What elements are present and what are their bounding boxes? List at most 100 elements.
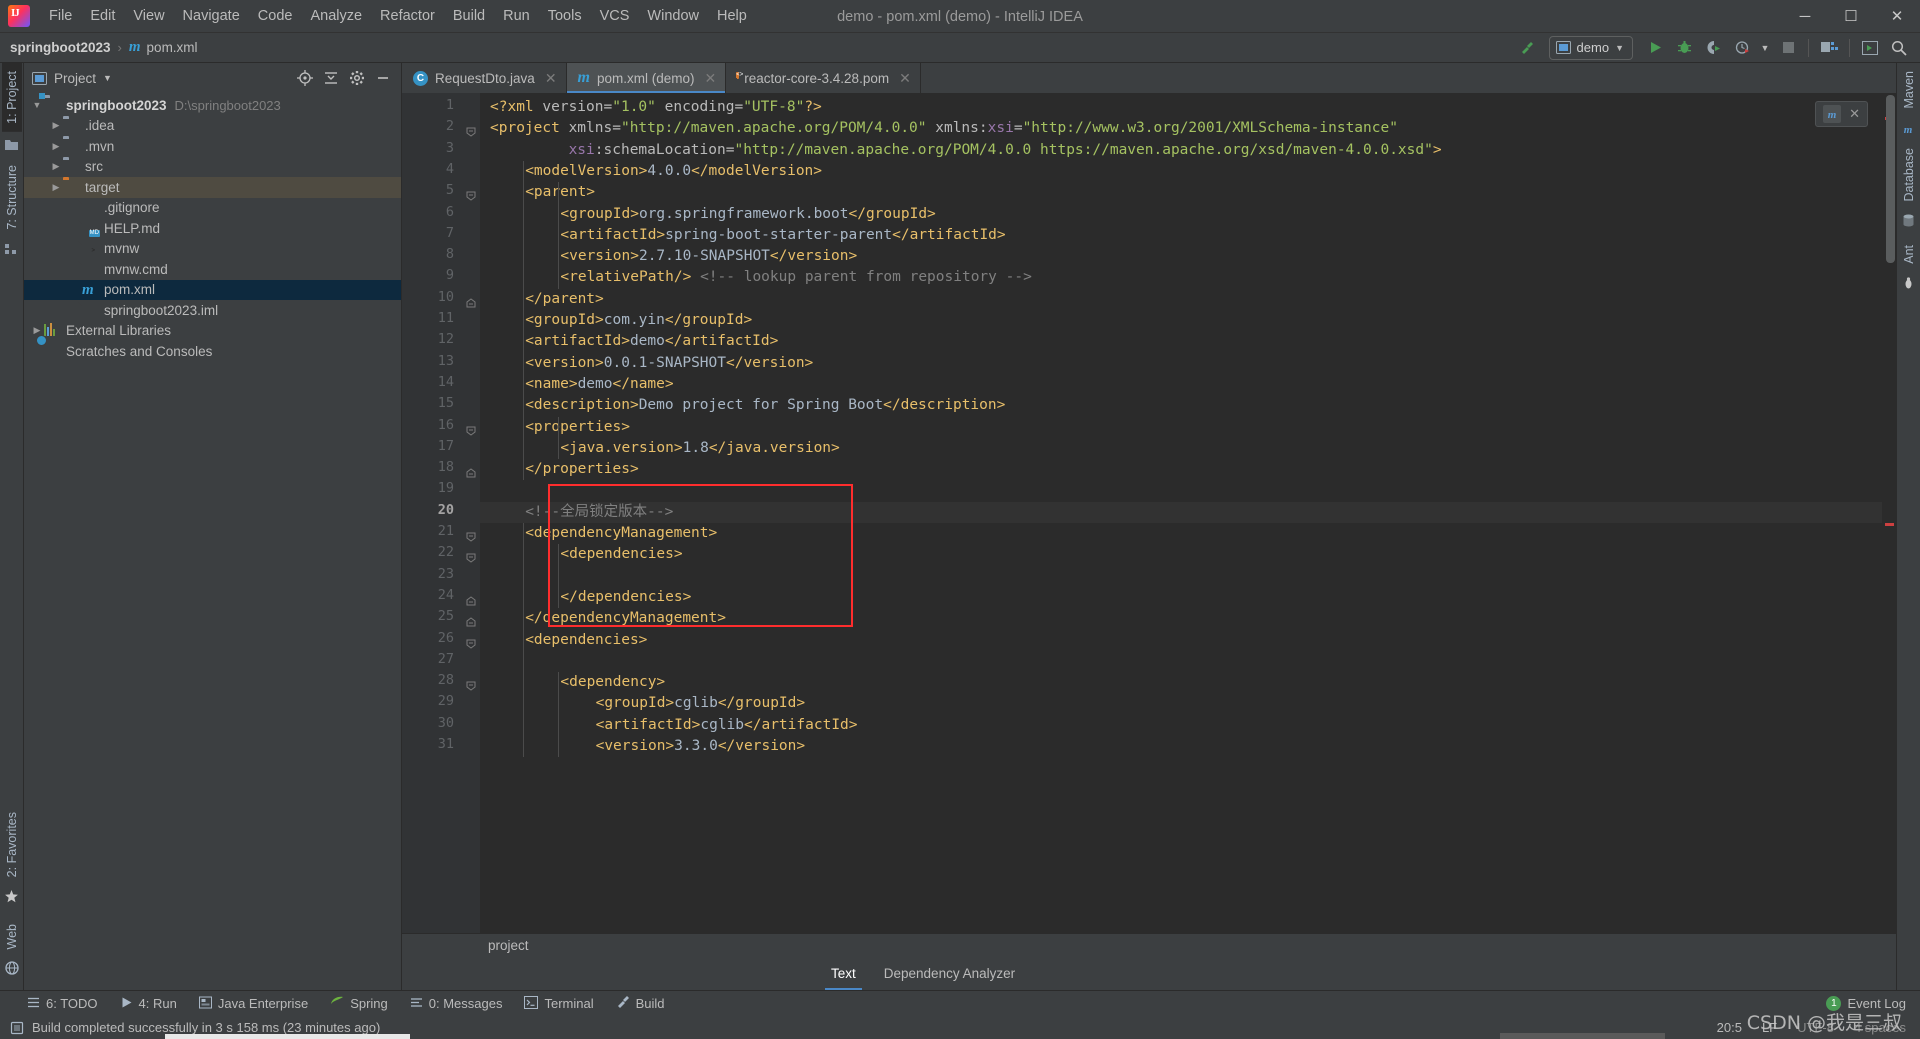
tree-item-mvnw[interactable]: > mvnw bbox=[24, 239, 401, 260]
menu-tools[interactable]: Tools bbox=[539, 4, 591, 28]
code-line[interactable]: <dependencies> bbox=[525, 630, 647, 651]
code-line[interactable]: <description>Demo project for Spring Boo… bbox=[525, 395, 1005, 416]
tree-item-springboot2023[interactable]: ▼ springboot2023 D:\springboot2023 bbox=[24, 95, 401, 116]
editor-tab-requestdto-java[interactable]: C RequestDto.java ✕ bbox=[402, 63, 567, 93]
expand-arrow-icon[interactable]: ▶ bbox=[49, 141, 63, 152]
status-tool-terminal[interactable]: Terminal bbox=[513, 993, 604, 1015]
menu-view[interactable]: View bbox=[124, 4, 173, 28]
code-line[interactable]: <dependencies> bbox=[560, 544, 682, 565]
close-icon[interactable]: ✕ bbox=[545, 70, 557, 87]
close-icon[interactable]: ✕ bbox=[1849, 106, 1860, 122]
file-encoding[interactable]: UTF-8 bbox=[1797, 1020, 1834, 1035]
tree-item-springboot2023-iml[interactable]: springboot2023.iml bbox=[24, 300, 401, 321]
editor-tab-pom-xml--demo-[interactable]: m pom.xml (demo) ✕ bbox=[566, 63, 727, 93]
fold-collapse-icon[interactable] bbox=[466, 124, 476, 137]
tree-item-scratches-and-consoles[interactable]: Scratches and Consoles bbox=[24, 341, 401, 362]
code-line[interactable]: </dependencyManagement> bbox=[525, 608, 726, 629]
code-line[interactable]: <project xmlns="http://maven.apache.org/… bbox=[490, 118, 1398, 139]
code-line[interactable]: <groupId>cglib</groupId> bbox=[596, 693, 806, 714]
status-tool-0--messages[interactable]: 0: Messages bbox=[399, 993, 514, 1015]
menu-analyze[interactable]: Analyze bbox=[301, 4, 371, 28]
warning-marker[interactable] bbox=[1885, 523, 1894, 526]
tree-item-mvnw-cmd[interactable]: mvnw.cmd bbox=[24, 259, 401, 280]
code-line[interactable]: <artifactId>cglib</artifactId> bbox=[596, 715, 858, 736]
menu-run[interactable]: Run bbox=[494, 4, 539, 28]
menu-file[interactable]: File bbox=[40, 4, 81, 28]
fold-collapse-icon[interactable] bbox=[466, 678, 476, 691]
editor-breadcrumb-project[interactable]: project bbox=[488, 938, 529, 953]
settings-gear-icon[interactable] bbox=[345, 66, 369, 90]
editor-right-rail[interactable] bbox=[1882, 93, 1896, 933]
code-line[interactable]: <groupId>org.springframework.boot</group… bbox=[560, 204, 935, 225]
indent-setting[interactable]: 4 spaces bbox=[1854, 1020, 1906, 1035]
code-line[interactable]: <?xml version="1.0" encoding="UTF-8"?> bbox=[490, 97, 822, 118]
status-tool-build[interactable]: Build bbox=[605, 992, 676, 1015]
editor-gutter[interactable]: 1 2 3 4 5 6 7 8 9 10 11 12 13 14 15 16 17 18 19 20 21 22 23 24 2… bbox=[402, 93, 462, 933]
hide-panel-icon[interactable] bbox=[371, 66, 395, 90]
expand-arrow-icon[interactable]: ▶ bbox=[49, 182, 63, 193]
code-line[interactable]: <artifactId>spring-boot-starter-parent</… bbox=[560, 225, 1005, 246]
editor-code-area[interactable]: <?xml version="1.0" encoding="UTF-8"?> <p… bbox=[480, 93, 1882, 933]
tab-dependency-analyzer[interactable]: Dependency Analyzer bbox=[870, 956, 1029, 990]
status-tool-4--run[interactable]: 4: Run bbox=[109, 993, 188, 1015]
collapse-all-icon[interactable] bbox=[319, 66, 343, 90]
fold-collapse-icon[interactable] bbox=[466, 529, 476, 542]
maven-reimport-popup[interactable]: m ✕ bbox=[1815, 101, 1868, 127]
tree-item--mvn[interactable]: ▶ .mvn bbox=[24, 136, 401, 157]
sidebar-tab-maven[interactable]: Maven bbox=[1899, 63, 1919, 117]
code-line[interactable]: <version>2.7.10-SNAPSHOT</version> bbox=[560, 246, 857, 267]
project-structure-icon[interactable] bbox=[1816, 36, 1842, 60]
code-line[interactable]: <properties> bbox=[525, 417, 630, 438]
expand-arrow-icon[interactable]: ▶ bbox=[49, 120, 63, 131]
fold-end-icon[interactable] bbox=[466, 465, 476, 478]
code-line[interactable]: <modelVersion>4.0.0</modelVersion> bbox=[525, 161, 822, 182]
update-project-icon[interactable] bbox=[1857, 36, 1883, 60]
code-line[interactable]: <version>3.3.0</version> bbox=[596, 736, 806, 757]
code-line[interactable]: <java.version>1.8</java.version> bbox=[560, 438, 839, 459]
close-icon[interactable]: ✕ bbox=[705, 70, 717, 87]
sidebar-tab-ant[interactable]: Ant bbox=[1899, 237, 1919, 272]
chevron-down-icon[interactable]: ▼ bbox=[103, 73, 112, 83]
tree-item-target[interactable]: ▶ target bbox=[24, 177, 401, 198]
editor-area[interactable]: 1 2 3 4 5 6 7 8 9 10 11 12 13 14 15 16 17 18 19 20 21 22 23 24 2… bbox=[402, 93, 1896, 933]
tree-item--gitignore[interactable]: .gitignore bbox=[24, 198, 401, 219]
close-icon[interactable]: ✕ bbox=[899, 70, 911, 87]
maximize-button[interactable]: ☐ bbox=[1828, 0, 1874, 33]
close-button[interactable]: ✕ bbox=[1874, 0, 1920, 33]
sidebar-tab-structure[interactable]: 7: Structure bbox=[2, 157, 22, 238]
status-tool-6--todo[interactable]: 6: TODO bbox=[16, 993, 109, 1015]
search-everywhere-icon[interactable] bbox=[1886, 36, 1912, 60]
code-line[interactable]: </properties> bbox=[525, 459, 639, 480]
debug-icon[interactable] bbox=[1671, 36, 1697, 60]
sidebar-tab-project[interactable]: 1: Project bbox=[1, 63, 22, 132]
tab-text[interactable]: Text bbox=[817, 956, 870, 990]
sidebar-tab-favorites[interactable]: 2: Favorites bbox=[2, 804, 22, 885]
code-line[interactable]: </parent> bbox=[525, 289, 604, 310]
fold-end-icon[interactable] bbox=[466, 614, 476, 627]
code-line[interactable]: <groupId>com.yin</groupId> bbox=[525, 310, 752, 331]
tree-item-external-libraries[interactable]: ▶ External Libraries bbox=[24, 321, 401, 342]
chevron-down-icon[interactable]: ▼ bbox=[1758, 36, 1772, 60]
stop-icon[interactable] bbox=[1775, 36, 1801, 60]
code-line[interactable]: </dependencies> bbox=[560, 587, 691, 608]
fold-collapse-icon[interactable] bbox=[466, 636, 476, 649]
run-icon[interactable] bbox=[1642, 36, 1668, 60]
menu-window[interactable]: Window bbox=[638, 4, 708, 28]
menu-edit[interactable]: Edit bbox=[81, 4, 124, 28]
status-tool-java-enterprise[interactable]: Java Enterprise bbox=[188, 993, 319, 1015]
fold-collapse-icon[interactable] bbox=[466, 188, 476, 201]
locate-icon[interactable] bbox=[293, 66, 317, 90]
code-line[interactable]: <!--全局锁定版本--> bbox=[525, 502, 673, 523]
menu-refactor[interactable]: Refactor bbox=[371, 4, 444, 28]
tree-item--idea[interactable]: ▶ .idea bbox=[24, 116, 401, 137]
sidebar-tab-database[interactable]: Database bbox=[1899, 140, 1919, 210]
status-tool-spring[interactable]: Spring bbox=[319, 993, 399, 1015]
menu-navigate[interactable]: Navigate bbox=[174, 4, 249, 28]
build-hammer-icon[interactable] bbox=[1514, 36, 1540, 60]
code-line[interactable]: <dependency> bbox=[560, 672, 665, 693]
sidebar-tab-web[interactable]: Web bbox=[2, 916, 22, 957]
tree-item-pom-xml[interactable]: m pom.xml bbox=[24, 279, 401, 300]
fold-end-icon[interactable] bbox=[466, 295, 476, 308]
tree-item-src[interactable]: ▶ src bbox=[24, 157, 401, 178]
expand-arrow-icon[interactable]: ▶ bbox=[49, 161, 63, 172]
